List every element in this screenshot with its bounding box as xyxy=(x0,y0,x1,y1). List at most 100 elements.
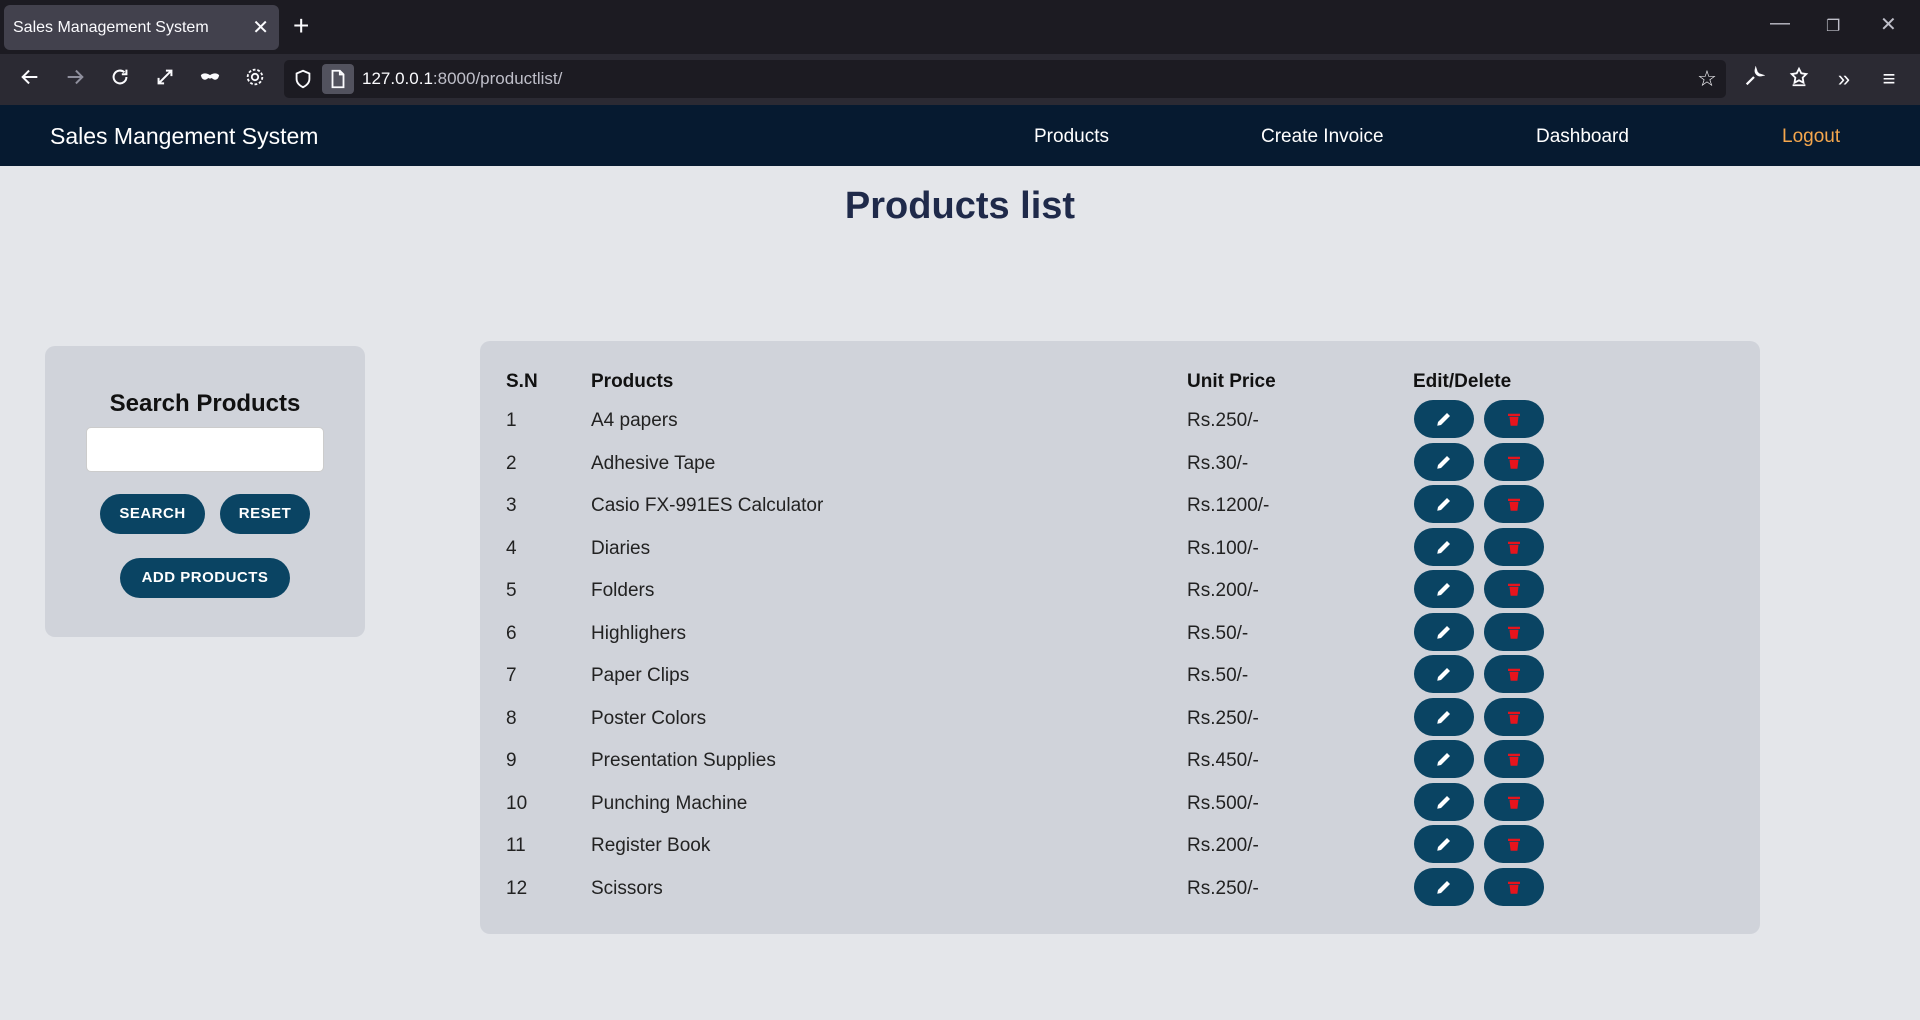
delete-button[interactable] xyxy=(1484,485,1544,523)
header-unit-price: Unit Price xyxy=(1187,371,1276,392)
row-product: Diaries xyxy=(591,537,651,559)
nav-products[interactable]: Products xyxy=(1034,126,1109,148)
edit-button[interactable] xyxy=(1414,400,1474,438)
page-icon[interactable] xyxy=(322,64,354,94)
header-sn: S.N xyxy=(506,371,538,392)
row-product: Highlighers xyxy=(591,622,687,644)
row-sn: 4 xyxy=(506,537,517,559)
search-panel: Search Products SEARCH RESET ADD PRODUCT… xyxy=(45,346,365,637)
row-product: Casio FX-991ES Calculator xyxy=(591,495,824,516)
nav-create-invoice[interactable]: Create Invoice xyxy=(1261,126,1384,148)
nav-logout[interactable]: Logout xyxy=(1782,126,1840,148)
delete-button[interactable] xyxy=(1484,740,1544,778)
row-price: Rs.200/- xyxy=(1187,580,1259,601)
delete-button[interactable] xyxy=(1484,570,1544,608)
delete-button[interactable] xyxy=(1484,442,1544,481)
row-price: Rs.50/- xyxy=(1187,665,1249,686)
url-text[interactable]: 127.0.0.1:8000/productlist/ xyxy=(362,69,562,89)
menu-hamburger-icon[interactable]: ≡ xyxy=(1876,66,1902,92)
table-row: 5 Folders Rs.200/- xyxy=(480,570,1760,612)
minimize-icon[interactable]: — xyxy=(1770,12,1790,35)
table-row: 2 Adhesive Tape Rs.30/- xyxy=(480,442,1760,485)
address-bar[interactable]: 127.0.0.1:8000/productlist/ xyxy=(284,60,1726,98)
page-title: Products list xyxy=(844,185,1076,227)
row-sn: 10 xyxy=(506,792,528,814)
table-row: 12 Scissors Rs.250/- xyxy=(480,867,1760,910)
row-product: Scissors xyxy=(591,877,663,899)
row-price: Rs.250/- xyxy=(1187,410,1259,431)
edit-button[interactable] xyxy=(1414,825,1474,863)
table-row: 6 Highlighers Rs.50/- xyxy=(480,612,1760,655)
delete-button[interactable] xyxy=(1484,697,1544,736)
close-tab-icon[interactable]: ✕ xyxy=(252,15,269,40)
reset-button[interactable]: RESET xyxy=(220,494,310,534)
delete-button[interactable] xyxy=(1484,655,1544,693)
fullscreen-icon[interactable] xyxy=(152,66,178,92)
row-price: Rs.500/- xyxy=(1187,792,1259,814)
delete-button[interactable] xyxy=(1484,825,1544,863)
overflow-chevron-icon[interactable]: » xyxy=(1831,66,1857,92)
edit-button[interactable] xyxy=(1414,527,1474,566)
table-row: 1 A4 papers Rs.250/- xyxy=(480,400,1760,442)
private-mask-icon[interactable] xyxy=(197,66,223,92)
delete-button[interactable] xyxy=(1484,867,1544,906)
forward-icon[interactable] xyxy=(62,66,88,92)
edit-button[interactable] xyxy=(1414,740,1474,778)
row-sn: 1 xyxy=(506,410,517,431)
row-price: Rs.30/- xyxy=(1187,452,1249,474)
table-row: 7 Paper Clips Rs.50/- xyxy=(480,655,1760,697)
edit-button[interactable] xyxy=(1414,655,1474,693)
row-price: Rs.200/- xyxy=(1187,835,1259,856)
row-product: A4 papers xyxy=(591,410,678,431)
row-price: Rs.1200/- xyxy=(1187,495,1270,516)
delete-button[interactable] xyxy=(1484,400,1544,438)
table-row: 8 Poster Colors Rs.250/- xyxy=(480,697,1760,740)
settings-gear-icon[interactable] xyxy=(242,66,268,92)
edit-button[interactable] xyxy=(1414,570,1474,608)
search-button[interactable]: SEARCH xyxy=(100,494,205,534)
edit-button[interactable] xyxy=(1414,782,1474,821)
reload-icon[interactable] xyxy=(107,66,133,92)
delete-button[interactable] xyxy=(1484,612,1544,651)
edit-button[interactable] xyxy=(1414,612,1474,651)
row-product: Presentation Supplies xyxy=(591,750,776,771)
row-sn: 8 xyxy=(506,707,517,729)
search-input[interactable] xyxy=(86,427,324,472)
row-price: Rs.100/- xyxy=(1187,537,1259,559)
header-products: Products xyxy=(591,371,674,392)
table-row: 10 Punching Machine Rs.500/- xyxy=(480,782,1760,825)
brand-title[interactable]: Sales Mangement System xyxy=(50,123,318,150)
table-row: 3 Casio FX-991ES Calculator Rs.1200/- xyxy=(480,485,1760,527)
header-edit-delete: Edit/Delete xyxy=(1413,371,1512,392)
delete-button[interactable] xyxy=(1484,527,1544,566)
bookmark-star-icon[interactable]: ☆ xyxy=(1694,66,1720,92)
close-window-icon[interactable]: ✕ xyxy=(1880,12,1897,37)
row-sn: 7 xyxy=(506,665,517,686)
edit-button[interactable] xyxy=(1414,485,1474,523)
browser-toolbar: 127.0.0.1:8000/productlist/ ☆ » ≡ xyxy=(0,54,1920,105)
row-sn: 5 xyxy=(506,580,517,601)
row-sn: 11 xyxy=(506,835,526,856)
edit-button[interactable] xyxy=(1414,442,1474,481)
url-path: :8000/productlist/ xyxy=(432,69,563,88)
delete-button[interactable] xyxy=(1484,782,1544,821)
row-sn: 2 xyxy=(506,452,517,474)
row-product: Poster Colors xyxy=(591,707,707,729)
row-sn: 12 xyxy=(506,877,528,899)
browser-tab[interactable]: Sales Management System ✕ xyxy=(4,5,279,50)
wrench-icon[interactable] xyxy=(1741,65,1767,92)
new-tab-icon[interactable]: + xyxy=(293,10,309,42)
restore-icon[interactable]: ❐ xyxy=(1826,16,1840,36)
extensions-icon[interactable] xyxy=(1786,66,1812,92)
row-product: Paper Clips xyxy=(591,665,690,686)
shield-icon[interactable] xyxy=(292,68,314,95)
add-products-button[interactable]: ADD PRODUCTS xyxy=(120,558,290,598)
table-row: 11 Register Book Rs.200/- xyxy=(480,825,1760,867)
edit-button[interactable] xyxy=(1414,867,1474,906)
nav-dashboard[interactable]: Dashboard xyxy=(1536,126,1629,148)
edit-button[interactable] xyxy=(1414,697,1474,736)
row-product: Folders xyxy=(591,580,655,601)
back-icon[interactable] xyxy=(17,66,43,92)
row-price: Rs.50/- xyxy=(1187,622,1249,644)
browser-tab-bar: Sales Management System ✕ + — ❐ ✕ xyxy=(0,0,1920,54)
